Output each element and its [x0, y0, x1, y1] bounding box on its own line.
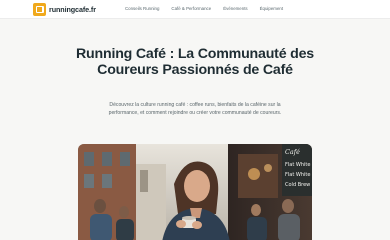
page-title: Running Café : La Communauté des Coureur…: [76, 46, 314, 78]
logo-text: runningcafe.fr: [49, 5, 96, 14]
nav-item-evenements[interactable]: Événements: [223, 6, 247, 11]
nav-item-equipement[interactable]: Équipement: [260, 6, 283, 11]
chalkboard-line-1: Café: [285, 148, 300, 156]
nav-item-conseils-running[interactable]: Conseils Running: [125, 6, 159, 11]
main-nav: Conseils Running Café & Performance Évén…: [125, 6, 283, 11]
chalkboard-line-3: Flat White: [285, 172, 310, 178]
site-header: runningcafe.fr Conseils Running Café & P…: [0, 0, 390, 19]
chalkboard-line-4: Cold Brew: [285, 182, 310, 188]
hero-image: Café Flat White Flat White Cold Brew: [78, 144, 312, 240]
nav-item-cafe-performance[interactable]: Café & Performance: [171, 6, 211, 11]
hero-description: Découvrez la culture running café : coff…: [108, 102, 282, 117]
site-logo[interactable]: runningcafe.fr: [33, 3, 96, 16]
chalkboard-line-2: Flat White: [285, 162, 310, 168]
coffee-cup-icon: [33, 3, 46, 16]
